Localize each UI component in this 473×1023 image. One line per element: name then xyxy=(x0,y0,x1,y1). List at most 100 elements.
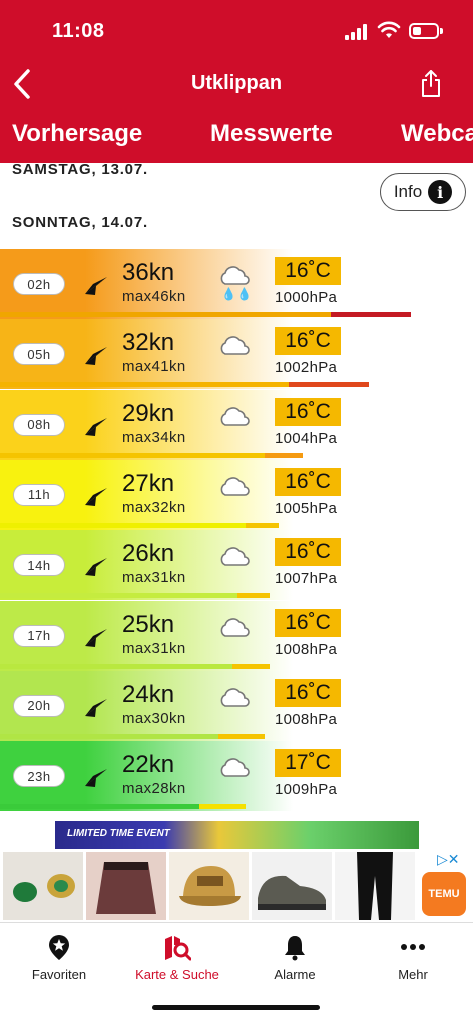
bottom-tab-alarme[interactable]: Alarme xyxy=(236,933,354,982)
bottom-tab-mehr[interactable]: Mehr xyxy=(354,933,472,982)
wind-speed-bar xyxy=(0,593,237,599)
info-button[interactable]: Info i xyxy=(380,173,466,211)
cloud-icon xyxy=(220,336,250,356)
wind-direction-arrow-icon xyxy=(85,347,107,366)
wind-gust-bar xyxy=(246,522,279,528)
forecast-row[interactable]: 20h 24kn max30kn 16˚C 1008hPa xyxy=(0,670,473,741)
temperature: 16˚C xyxy=(275,257,341,285)
pressure: 1004hPa xyxy=(275,429,338,447)
hour-label: 17h xyxy=(13,624,65,647)
wind-direction-arrow-icon xyxy=(85,628,107,647)
star-pin-icon xyxy=(49,935,69,960)
temperature: 16˚C xyxy=(275,538,341,567)
forecast-row[interactable]: 14h 26kn max31kn 16˚C 1007hPa xyxy=(0,530,473,601)
info-icon: i xyxy=(428,180,453,204)
wind-gust: max46kn xyxy=(122,288,186,305)
wind-gust-bar xyxy=(289,382,369,388)
pressure: 1002hPa xyxy=(275,359,338,377)
wind-gust: max28kn xyxy=(122,780,186,798)
wind-speed-bar xyxy=(0,733,218,739)
ad-product-jewelry[interactable] xyxy=(3,852,83,920)
hour-label: 02h xyxy=(13,273,65,295)
cloud-icon xyxy=(220,266,250,285)
ad-banner[interactable]: LIMITED TIME EVENT xyxy=(55,821,419,849)
ad-product-row[interactable] xyxy=(0,850,473,922)
cloud-icon xyxy=(220,477,250,496)
hour-label: 20h xyxy=(13,694,65,717)
bottom-tab-favoriten[interactable]: Favoriten xyxy=(0,933,118,982)
bottom-tab-label: Mehr xyxy=(398,967,428,982)
pressure: 1009hPa xyxy=(275,781,338,799)
forecast-row[interactable]: 02h 36kn max46kn 💧💧 16˚C 1000hPa xyxy=(0,249,473,319)
pressure: 1008hPa xyxy=(275,640,338,658)
wind-gust: max30kn xyxy=(122,709,186,727)
temperature: 16˚C xyxy=(275,467,341,496)
ad-product-cap[interactable] xyxy=(169,852,249,920)
temu-logo[interactable]: TEMU xyxy=(422,872,466,916)
pressure: 1000hPa xyxy=(275,289,338,306)
wind-speed: 25kn xyxy=(122,610,175,638)
cloud-icon xyxy=(220,406,250,426)
status-time: 11:08 xyxy=(52,20,105,42)
cellular-signal-icon xyxy=(345,24,371,40)
wind-gust: max31kn xyxy=(122,569,186,587)
ad-product-skirt[interactable] xyxy=(86,852,166,920)
wind-gust-bar xyxy=(237,593,270,599)
forecast-row[interactable]: 11h 27kn max32kn 16˚C 1005hPa xyxy=(0,459,473,530)
hour-label: 08h xyxy=(13,413,65,436)
day-header-samstag: SAMSTAG, 13.07. xyxy=(12,163,148,178)
wind-gust: max31kn xyxy=(122,639,186,657)
pressure: 1007hPa xyxy=(275,570,338,588)
hour-label: 05h xyxy=(13,343,65,366)
tab-vorhersage[interactable]: Vorhersage xyxy=(12,120,142,148)
cloud-icon xyxy=(220,758,250,777)
temperature: 16˚C xyxy=(275,327,341,356)
wind-speed: 32kn xyxy=(122,329,175,357)
share-icon[interactable] xyxy=(419,68,443,98)
wind-gust-bar xyxy=(331,312,411,317)
cloud-icon xyxy=(220,617,250,637)
day-header-sonntag: SONNTAG, 14.07. xyxy=(12,214,148,231)
wind-gust-bar xyxy=(265,452,303,458)
wind-speed-bar xyxy=(0,312,331,317)
wind-speed-bar xyxy=(0,382,289,388)
wind-speed-bar xyxy=(0,804,199,810)
forecast-row[interactable]: 05h 32kn max41kn 16˚C 1002hPa xyxy=(0,319,473,390)
app-header: 11:08 Utklippan Vorhersage Messwerte Web… xyxy=(0,0,473,163)
nav-bar: Utklippan xyxy=(0,62,473,106)
wind-direction-arrow-icon xyxy=(85,277,107,295)
ad-product-shoes[interactable] xyxy=(252,852,332,920)
cloud-icon xyxy=(220,547,250,566)
wind-direction-arrow-icon xyxy=(85,769,107,788)
bell-icon xyxy=(285,936,305,961)
hour-label: 23h xyxy=(13,765,65,788)
bottom-tab-label: Karte & Suche xyxy=(135,967,219,982)
battery-icon xyxy=(409,23,443,39)
bottom-tab-karte-suche[interactable]: Karte & Suche xyxy=(118,933,236,982)
pressure: 1005hPa xyxy=(275,499,338,517)
wind-speed: 27kn xyxy=(122,469,175,497)
wind-direction-arrow-icon xyxy=(85,558,107,577)
wind-speed-bar xyxy=(0,452,265,458)
tab-messwerte[interactable]: Messwerte xyxy=(210,120,333,148)
bottom-tab-label: Favoriten xyxy=(31,967,87,982)
info-button-label: Info xyxy=(393,182,423,201)
wind-gust: max41kn xyxy=(122,358,186,376)
temperature: 17˚C xyxy=(275,749,341,778)
wind-gust-bar xyxy=(218,733,265,739)
status-bar: 11:08 xyxy=(0,0,473,62)
forecast-row[interactable]: 08h 29kn max34kn 16˚C 1004hPa xyxy=(0,389,473,460)
wind-speed: 29kn xyxy=(122,399,175,427)
ad-product-leggings[interactable] xyxy=(335,852,415,920)
wind-speed: 26kn xyxy=(122,540,175,568)
wind-direction-arrow-icon xyxy=(85,417,107,436)
temperature: 16˚C xyxy=(275,678,341,707)
wind-speed-bar xyxy=(0,522,246,528)
forecast-row[interactable]: 23h 22kn max28kn 17˚C 1009hPa xyxy=(0,741,473,812)
temperature: 16˚C xyxy=(275,397,341,426)
forecast-list[interactable]: SAMSTAG, 13.07. Info i SONNTAG, 14.07. 0… xyxy=(0,163,473,820)
temperature: 16˚C xyxy=(275,608,341,637)
forecast-row[interactable]: 17h 25kn max31kn 16˚C 1008hPa xyxy=(0,600,473,671)
ad-choices-icon[interactable]: ▷✕ xyxy=(437,851,460,868)
tab-webcam[interactable]: Webca xyxy=(401,120,473,148)
